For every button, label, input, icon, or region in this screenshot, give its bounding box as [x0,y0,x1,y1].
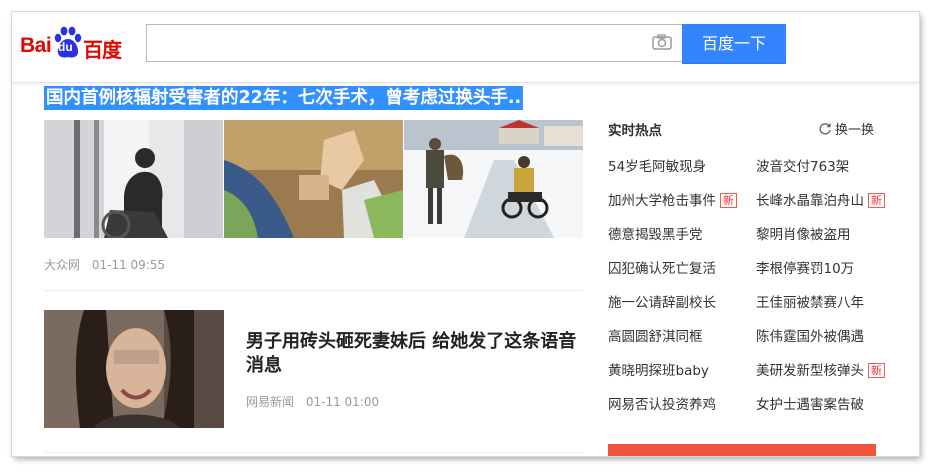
hot-item[interactable]: 女护士遇害案告破 [756,393,864,413]
search-input[interactable] [146,24,682,62]
hot-item-text: 加州大学枪击事件 [608,193,716,209]
hot-list-title: 实时热点 [608,123,662,139]
refresh-icon [819,123,831,135]
hot-item-text: 黎明肖像被盗用 [756,227,851,243]
new-badge: 新 [720,193,737,208]
story-divider [44,452,583,453]
hot-item[interactable]: 李根停赛罚10万 [756,257,854,277]
hot-item-text: 女护士遇害案告破 [756,397,864,413]
hot-item-text: 网易否认投资养鸡 [608,397,716,413]
hot-item-text: 美研发新型核弹头 [756,363,864,379]
hot-item[interactable]: 王佳丽被禁赛八年 [756,291,864,311]
article-divider [44,290,583,291]
hot-item[interactable]: 54岁毛阿敏现身 [608,155,706,175]
hot-item-text: 黄晓明探班baby [608,363,709,379]
hot-item[interactable]: 黎明肖像被盗用 [756,223,851,243]
photo-window-silhouette [44,120,223,238]
story-title[interactable]: 男子用砖头砸死妻妹后 给她发了这条语音消息 [246,330,581,378]
hot-item[interactable]: 施一公请辞副校长 [608,291,716,311]
logo-bai-text: Bai [20,34,52,57]
refresh-button[interactable]: 换一换 [818,119,874,138]
article-headline[interactable]: 国内首例核辐射受害者的22年：七次手术，曾考虑过换头手.. [44,86,524,110]
browser-viewport: Bai du 百度 百度一下 国内首例核辐射受害者的22年：七次手术，曾考虑过换… [12,12,919,456]
hot-item[interactable]: 加州大学枪击事件新 [608,189,737,209]
hot-item-text: 陈伟霆国外被偶遇 [756,329,864,345]
hot-item-text: 囚犯确认死亡复活 [608,261,716,277]
hot-item-text: 德意揭毁黑手党 [608,227,703,243]
hot-item[interactable]: 网易否认投资养鸡 [608,393,716,413]
search-button[interactable]: 百度一下 [682,24,786,64]
hot-item[interactable]: 囚犯确认死亡复活 [608,257,716,277]
hot-item[interactable]: 波音交付763架 [756,155,849,175]
article-photo-2[interactable] [224,120,403,238]
camera-icon[interactable] [652,34,672,50]
ad-banner[interactable] [608,444,876,456]
article-time: 01-11 09:55 [91,258,166,272]
story-time: 01-11 01:00 [305,395,380,409]
hot-item-text: 波音交付763架 [756,159,850,175]
hot-item-text: 施一公请辞副校长 [608,295,716,311]
hot-item-text: 54岁毛阿敏现身 [608,159,707,175]
hot-item-text: 长峰水晶靠泊舟山 [756,193,864,209]
photo-crying-woman [44,310,224,428]
hot-item-text: 李根停赛罚10万 [756,261,855,277]
hot-item[interactable]: 长峰水晶靠泊舟山新 [756,189,885,209]
new-badge: 新 [868,193,885,208]
photo-snowy-village [404,120,583,238]
baidu-logo[interactable]: Bai du 百度 [20,26,130,66]
hot-item[interactable]: 陈伟霆国外被偶遇 [756,325,864,345]
refresh-label: 换一换 [835,123,875,138]
hot-item-text: 高圆圆舒淇同框 [608,329,703,345]
article-photo-3[interactable] [404,120,583,238]
story-source[interactable]: 网易新闻 [246,395,294,409]
hot-item[interactable]: 美研发新型核弹头新 [756,359,885,379]
search-header: Bai du 百度 百度一下 [12,12,919,83]
story-thumbnail[interactable] [44,310,224,428]
story-meta: 网易新闻 01-11 01:00 [246,393,379,410]
hot-item[interactable]: 高圆圆舒淇同框 [608,325,703,345]
hot-item[interactable]: 黄晓明探班baby [608,359,709,379]
photo-hands-closeup [224,120,403,238]
hot-item[interactable]: 德意揭毁黑手党 [608,223,703,243]
new-badge: 新 [868,363,885,378]
article-meta: 大众网 01-11 09:55 [44,256,165,273]
logo-chinese-text: 百度 [83,38,122,62]
article-source[interactable]: 大众网 [44,258,80,272]
logo-du-text: du [58,40,73,54]
article-photo-1[interactable] [44,120,223,238]
hot-item-text: 王佳丽被禁赛八年 [756,295,864,311]
